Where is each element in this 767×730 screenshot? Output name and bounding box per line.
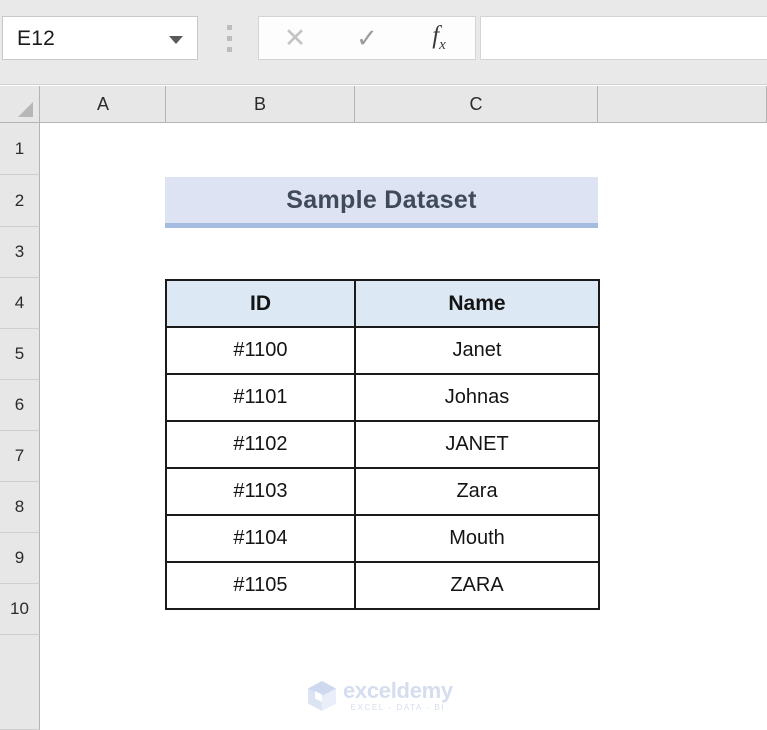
- name-box[interactable]: E12: [2, 16, 198, 60]
- column-header-row: ABC: [0, 86, 767, 123]
- dot: [227, 25, 232, 30]
- formula-input[interactable]: [480, 16, 767, 60]
- column-header-empty[interactable]: [598, 86, 767, 122]
- table-row[interactable]: #1103 Zara: [165, 467, 600, 516]
- cell-name[interactable]: Zara: [354, 467, 600, 516]
- select-all-corner-icon: [18, 102, 33, 117]
- row-header-10[interactable]: 10: [0, 584, 40, 635]
- enter-check-icon: ✓: [356, 23, 378, 53]
- name-box-value: E12: [17, 27, 55, 50]
- cell-id[interactable]: #1103: [165, 467, 356, 516]
- row-header-3[interactable]: 3: [0, 227, 40, 278]
- cell-id[interactable]: #1102: [165, 420, 356, 469]
- table-row[interactable]: #1100 Janet: [165, 326, 600, 375]
- formula-bar-buttons: ✕ ✓ fx: [258, 16, 476, 60]
- chevron-down-icon[interactable]: [169, 36, 183, 44]
- cancel-x-icon: ✕: [283, 22, 307, 53]
- column-header-c[interactable]: C: [355, 86, 598, 122]
- page-title: Sample Dataset: [286, 185, 477, 214]
- dot: [227, 47, 232, 52]
- table-row[interactable]: #1104 Mouth: [165, 514, 600, 563]
- dot: [227, 36, 232, 41]
- cell-id[interactable]: #1101: [165, 373, 356, 422]
- table-row[interactable]: #1102 JANET: [165, 420, 600, 469]
- column-header-name[interactable]: Name: [354, 279, 600, 328]
- column-header-id[interactable]: ID: [165, 279, 356, 328]
- cancel-button[interactable]: ✕: [259, 17, 331, 59]
- watermark-brand: exceldemy: [343, 677, 453, 703]
- row-header-7[interactable]: 7: [0, 431, 40, 482]
- enter-button[interactable]: ✓: [331, 17, 403, 59]
- row-header-6[interactable]: 6: [0, 380, 40, 431]
- row-header-9[interactable]: 9: [0, 533, 40, 584]
- row-header-5[interactable]: 5: [0, 329, 40, 380]
- column-header-b[interactable]: B: [166, 86, 355, 122]
- exceldemy-cube-logo: [308, 681, 336, 711]
- select-all-corner-button[interactable]: [0, 86, 40, 122]
- row-header-8[interactable]: 8: [0, 482, 40, 533]
- cell-name[interactable]: JANET: [354, 420, 600, 469]
- row-header-1[interactable]: 1: [0, 123, 40, 175]
- watermark-text: exceldemy EXCEL - DATA - BI: [343, 677, 453, 713]
- cell-name[interactable]: Mouth: [354, 514, 600, 563]
- data-table[interactable]: ID Name #1100 Janet #1101 Johnas #1102 J…: [165, 279, 600, 610]
- row-header-4[interactable]: 4: [0, 278, 40, 329]
- cell-name[interactable]: Janet: [354, 326, 600, 375]
- cell-id[interactable]: #1104: [165, 514, 356, 563]
- cell-id[interactable]: #1100: [165, 326, 356, 375]
- cell-name[interactable]: ZARA: [354, 561, 600, 610]
- vertical-dots-icon[interactable]: [227, 25, 232, 52]
- table-header-row: ID Name: [165, 279, 600, 328]
- fx-x: x: [439, 37, 446, 53]
- watermark-tagline: EXCEL - DATA - BI: [350, 702, 446, 712]
- insert-function-icon: fx: [432, 23, 446, 53]
- dataset-title-cell[interactable]: Sample Dataset: [165, 177, 598, 228]
- cell-name[interactable]: Johnas: [354, 373, 600, 422]
- insert-function-button[interactable]: fx: [403, 17, 475, 59]
- table-body: #1100 Janet #1101 Johnas #1102 JANET #11…: [165, 326, 600, 610]
- watermark: exceldemy EXCEL - DATA - BI: [307, 677, 462, 715]
- formula-bar-strip: E12 ✕ ✓ fx: [0, 0, 767, 85]
- row-header-empty[interactable]: [0, 635, 40, 730]
- table-row[interactable]: #1101 Johnas: [165, 373, 600, 422]
- cell-id[interactable]: #1105: [165, 561, 356, 610]
- column-header-a[interactable]: A: [41, 86, 166, 122]
- row-header-2[interactable]: 2: [0, 175, 40, 227]
- table-row[interactable]: #1105 ZARA: [165, 561, 600, 610]
